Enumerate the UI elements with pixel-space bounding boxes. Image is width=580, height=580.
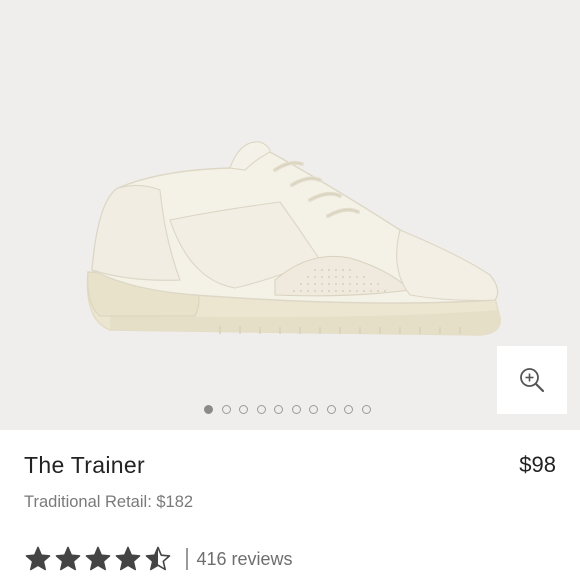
carousel-dot[interactable] [361, 405, 371, 414]
carousel-pagination [0, 405, 580, 414]
carousel-dot[interactable] [344, 405, 353, 414]
reviews-link[interactable]: 416 reviews [197, 549, 293, 570]
product-price: $98 [519, 452, 556, 477]
star-full-icon [85, 546, 111, 571]
product-page: The Trainer $98 Traditional Retail: $182… [0, 0, 580, 580]
zoom-button[interactable] [497, 346, 567, 414]
zoom-in-icon [520, 368, 545, 393]
rating-divider [186, 548, 188, 570]
star-half-icon [145, 546, 171, 571]
traditional-retail-price: Traditional Retail: $182 [24, 493, 194, 511]
carousel-dot[interactable] [204, 405, 213, 414]
rating-row: 416 reviews [24, 543, 293, 575]
carousel-dot[interactable] [239, 405, 248, 414]
carousel-dot[interactable] [326, 405, 336, 414]
carousel-dot[interactable] [274, 405, 283, 414]
carousel-dot[interactable] [309, 405, 318, 414]
star-full-icon [115, 546, 141, 571]
star-full-icon [25, 546, 51, 571]
carousel-dot[interactable] [256, 405, 266, 414]
star-full-icon [55, 546, 81, 571]
carousel-dot[interactable] [221, 405, 231, 414]
carousel-dot[interactable] [291, 405, 301, 414]
star-rating [24, 545, 174, 573]
product-info: The Trainer $98 Traditional Retail: $182… [0, 430, 580, 580]
product-image-sneaker [86, 141, 501, 336]
product-image-gallery[interactable] [0, 0, 580, 430]
product-title: The Trainer [24, 452, 145, 478]
